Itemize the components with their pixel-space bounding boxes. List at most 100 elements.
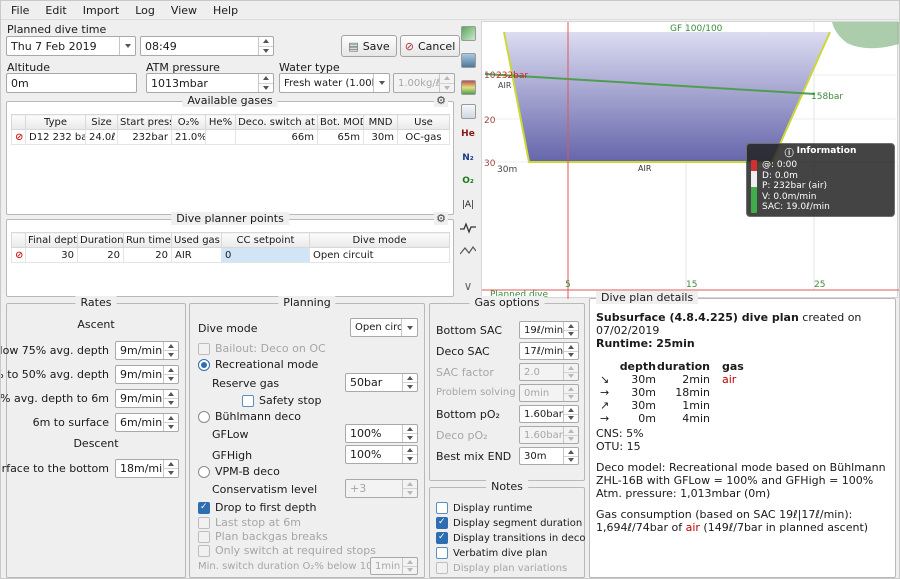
points-header-row: Final depthDuration Run timeUsed gas CC …	[12, 233, 450, 248]
points-settings-gear-icon[interactable]: ⚙	[434, 212, 448, 225]
descent-arrow: ↘	[600, 373, 616, 386]
bailout-checkbox: Bailout: Deco on OC	[198, 342, 326, 355]
spinner-buttons[interactable]	[163, 414, 178, 431]
ascent-rate-50-input[interactable]: 9m/min	[115, 365, 179, 384]
backgas-breaks-checkbox: Plan backgas breaks	[198, 530, 328, 543]
spinner-buttons	[563, 364, 578, 380]
ascent-rate-surface-input[interactable]: 6m/min	[115, 413, 179, 432]
display-transitions-checkbox[interactable]: Display transitions in deco	[436, 532, 585, 544]
available-gases-group: Available gases ⚙ TypeSize Start press.O…	[6, 101, 454, 215]
spinner-buttons[interactable]	[402, 425, 417, 442]
tissue-heatmap-icon[interactable]	[457, 77, 479, 98]
only-switch-checkbox: Only switch at required stops	[198, 544, 376, 557]
menu-bar: File Edit Import Log View Help	[1, 1, 899, 20]
gases-settings-gear-icon[interactable]: ⚙	[434, 94, 448, 107]
save-button[interactable]: ▤ Save	[341, 35, 397, 57]
safety-stop-checkbox[interactable]: Safety stop	[242, 394, 321, 407]
gas-pressure-toggle-icon[interactable]	[457, 50, 479, 71]
recreational-mode-radio[interactable]: Recreational mode	[198, 358, 318, 371]
gfhigh-input[interactable]: 100%	[345, 445, 418, 464]
spinner-buttons[interactable]	[402, 446, 417, 463]
reserve-gas-input[interactable]: 50bar	[345, 373, 418, 392]
spinner-buttons[interactable]	[563, 448, 578, 464]
gas-row[interactable]: ⊘ D12 232 bar 24.0ℓ 232bar 21.0% 66m 65m…	[12, 130, 450, 145]
depth-tick-20: 20	[484, 116, 496, 126]
spinner-buttons[interactable]	[258, 37, 273, 55]
display-runtime-checkbox[interactable]: Display runtime	[436, 502, 532, 514]
depth-tick-30: 30	[484, 159, 496, 169]
time-tick-5: 5	[565, 280, 571, 290]
cancel-button[interactable]: ⊘ Cancel	[400, 35, 460, 57]
dive-time-input[interactable]: 08:49	[140, 36, 274, 56]
menu-file[interactable]: File	[3, 2, 37, 19]
verbatim-dive-plan-checkbox[interactable]: Verbatim dive plan	[436, 547, 547, 559]
spinner-buttons[interactable]	[402, 374, 417, 391]
spinner-buttons[interactable]	[163, 366, 178, 383]
planner-point-row[interactable]: ⊘ 30 20 20 AIR 0 Open circuit	[12, 248, 450, 263]
spinner-buttons[interactable]	[258, 74, 273, 92]
best-mix-end-label: Best mix END	[436, 450, 511, 463]
gf-label: GF 100/100	[670, 24, 723, 34]
spinner-buttons[interactable]	[563, 343, 578, 359]
rates-title: Rates	[76, 296, 117, 309]
best-mix-end-input[interactable]: 30m	[519, 447, 579, 465]
pp-o2-toggle[interactable]: O₂	[457, 170, 479, 191]
gflow-input[interactable]: 100%	[345, 424, 418, 443]
ascent-rate-75-input[interactable]: 9m/min	[115, 341, 179, 360]
rate-label: 6m to surface	[33, 416, 109, 429]
tissue-line-toggle-icon[interactable]	[457, 240, 479, 261]
menu-import[interactable]: Import	[75, 2, 128, 19]
info-pressure: P: 232bar (air)	[762, 181, 830, 192]
spinner-buttons[interactable]	[563, 322, 578, 338]
spinner-buttons[interactable]	[163, 342, 178, 359]
spinner-buttons	[563, 427, 578, 443]
plan-deco-model: Deco model: Recreational mode based on B…	[596, 461, 889, 487]
menu-edit[interactable]: Edit	[37, 2, 74, 19]
heart-rate-toggle-icon[interactable]	[457, 217, 479, 238]
atm-pressure-input[interactable]: 1013mbar	[146, 73, 274, 93]
altitude-input[interactable]: 0m	[6, 73, 137, 93]
profile-scale-icon[interactable]	[457, 23, 479, 44]
collapse-toolbar-chevron-icon[interactable]: ∨	[457, 275, 479, 296]
spinner-buttons[interactable]	[563, 406, 578, 422]
menu-help[interactable]: Help	[205, 2, 246, 19]
spinner-buttons[interactable]	[163, 460, 178, 477]
time-tick-15: 15	[686, 280, 697, 290]
pp-n2-toggle[interactable]: N₂	[457, 147, 479, 168]
depth-tick-10: 10	[484, 71, 496, 81]
bottom-sac-input[interactable]: 19ℓ/min	[519, 321, 579, 339]
water-type-select[interactable]: Fresh water (1.00kg/ℓ)	[279, 73, 390, 93]
ascent-rate-6m-input[interactable]: 9m/min	[115, 389, 179, 408]
drop-to-first-depth-checkbox[interactable]: Drop to first depth	[198, 501, 317, 514]
spinner-buttons[interactable]	[163, 390, 178, 407]
descent-rate-input[interactable]: 18m/min	[115, 459, 179, 478]
deco-sac-label: Deco SAC	[436, 345, 490, 358]
gflow-label: GFLow	[212, 428, 249, 441]
chevron-down-icon[interactable]	[119, 37, 135, 55]
cancel-icon: ⊘	[405, 40, 414, 53]
pressure-area-end	[832, 22, 899, 48]
delete-point-icon[interactable]: ⊘	[12, 248, 26, 263]
menu-view[interactable]: View	[163, 2, 205, 19]
info-depth: D: 0.0m	[762, 171, 830, 182]
delete-gas-icon[interactable]: ⊘	[12, 130, 26, 145]
buhlmann-deco-radio[interactable]: Bühlmann deco	[198, 410, 301, 423]
dive-mode-select[interactable]: Open circuit	[350, 318, 418, 337]
dive-profile-chart[interactable]: GF 100/100 10 20 30 232bar AIR 158bar 30…	[481, 21, 898, 298]
chevron-down-icon[interactable]	[373, 74, 389, 92]
deco-sac-input[interactable]: 17ℓ/min	[519, 342, 579, 360]
chevron-down-icon[interactable]	[401, 319, 417, 336]
deco-po2-label: Deco pO₂	[436, 429, 488, 442]
dive-date-select[interactable]: Thu 7 Feb 2019	[6, 36, 136, 56]
ceiling-toggle-icon[interactable]	[457, 101, 479, 122]
menu-log[interactable]: Log	[127, 2, 163, 19]
conservatism-input: +3	[345, 479, 418, 498]
start-gas-label: AIR	[498, 81, 512, 90]
mod-toggle-icon[interactable]: |A|	[457, 194, 479, 215]
display-segment-duration-checkbox[interactable]: Display segment duration	[436, 517, 582, 529]
pp-he-toggle[interactable]: He	[457, 123, 479, 144]
vpmb-deco-radio[interactable]: VPM-B deco	[198, 465, 280, 478]
min-switch-input: 1min	[370, 557, 418, 575]
gases-table: TypeSize Start press.O₂% He%Deco. switch…	[11, 114, 450, 145]
bottom-po2-input[interactable]: 1.60bar	[519, 405, 579, 423]
